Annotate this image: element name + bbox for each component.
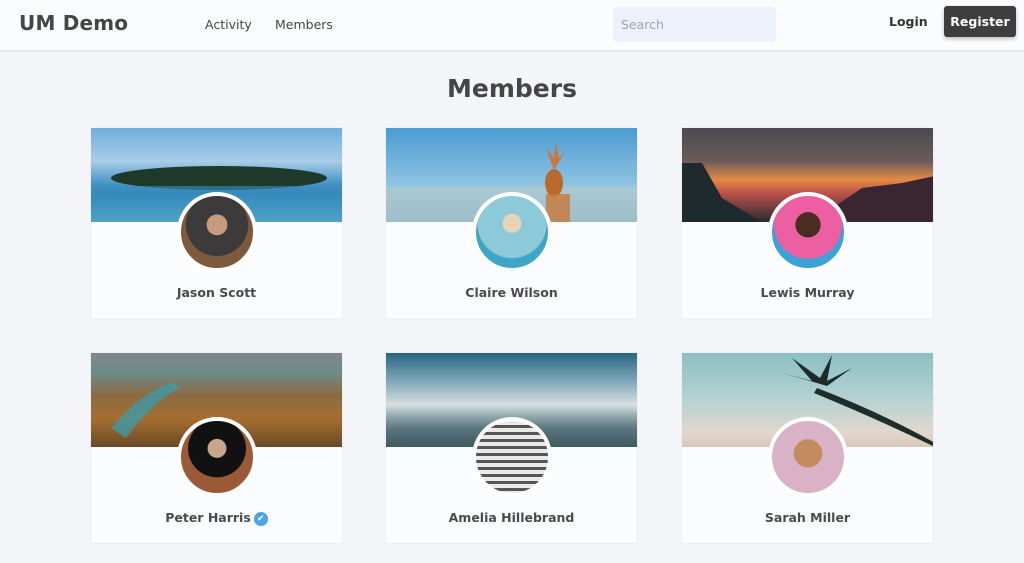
member-card[interactable]: Peter Harris ✔ <box>90 352 343 544</box>
login-button[interactable]: Login <box>889 14 928 29</box>
page-title: Members <box>447 74 577 103</box>
nav-link-members[interactable]: Members <box>275 17 333 32</box>
verified-badge-icon: ✔ <box>253 512 268 526</box>
member-name[interactable]: Jason Scott <box>91 285 342 300</box>
avatar[interactable] <box>767 192 848 272</box>
avatar[interactable] <box>176 417 257 497</box>
member-card[interactable]: Lewis Murray <box>681 127 934 319</box>
search-input[interactable] <box>613 7 776 42</box>
member-card[interactable]: Sarah Miller <box>681 352 934 544</box>
member-name[interactable]: Amelia Hillebrand <box>386 510 637 525</box>
avatar[interactable] <box>176 192 257 272</box>
register-button[interactable]: Register <box>944 6 1016 37</box>
member-card[interactable]: Jason Scott <box>90 127 343 319</box>
nav-link-activity[interactable]: Activity <box>205 17 252 32</box>
avatar[interactable] <box>471 417 552 497</box>
member-card[interactable]: Amelia Hillebrand <box>385 352 638 544</box>
brand-logo[interactable]: UM Demo <box>19 11 128 35</box>
member-name[interactable]: Lewis Murray <box>682 285 933 300</box>
member-name[interactable]: Sarah Miller <box>682 510 933 525</box>
member-name[interactable]: Claire Wilson <box>386 285 637 300</box>
member-name[interactable]: Peter Harris ✔ <box>91 510 342 526</box>
member-name-text: Peter Harris <box>165 510 251 525</box>
top-navbar: UM Demo Activity Members Login Register <box>0 0 1024 52</box>
avatar[interactable] <box>471 192 552 272</box>
avatar[interactable] <box>767 417 848 497</box>
member-card[interactable]: Claire Wilson <box>385 127 638 319</box>
